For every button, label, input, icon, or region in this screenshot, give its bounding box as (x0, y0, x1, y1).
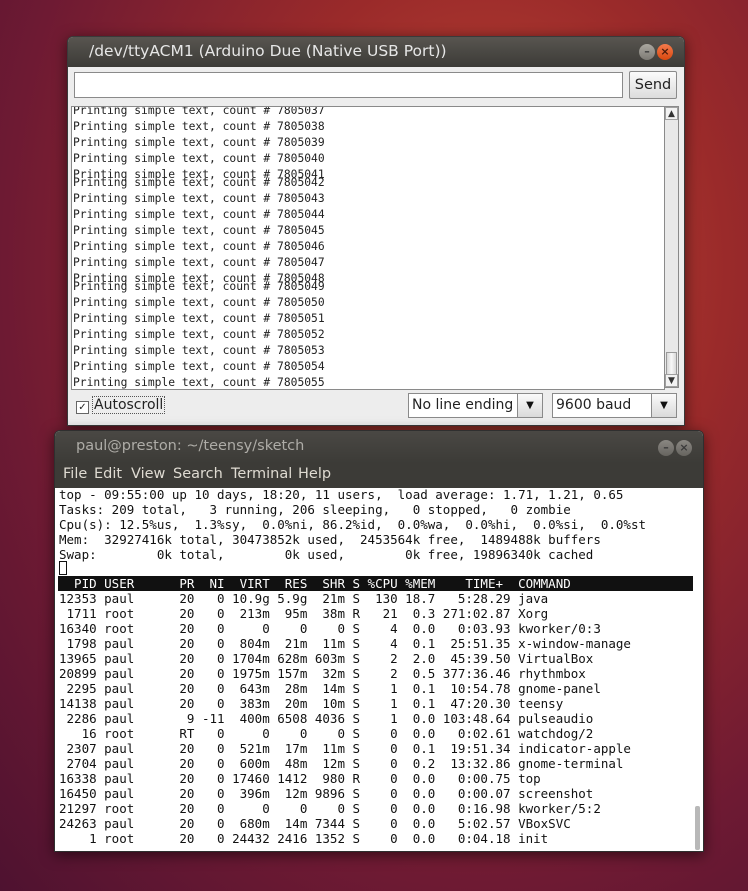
terminal-cursor (59, 561, 67, 575)
terminal-scrollbar[interactable] (693, 488, 703, 851)
scroll-down-icon[interactable]: ▼ (665, 374, 678, 387)
serial-output-line: Printing simple text, count # 7805046 (73, 240, 325, 253)
serial-monitor-window: /dev/ttyACM1 (Arduino Due (Native USB Po… (67, 36, 685, 426)
chevron-down-icon[interactable]: ▼ (651, 394, 676, 417)
serial-output-line: Printing simple text, count # 7805049 (73, 280, 325, 293)
serial-output-line: Printing simple text, count # 7805055 (73, 376, 325, 389)
process-row: 2307 paul 20 0 521m 17m 11m S 0 0.1 19:5… (59, 741, 631, 756)
process-row: 13965 paul 20 0 1704m 628m 603m S 2 2.0 … (59, 651, 594, 666)
serial-output-line: Printing simple text, count # 7805044 (73, 208, 325, 221)
process-row: 1798 paul 20 0 804m 21m 11m S 4 0.1 25:5… (59, 636, 631, 651)
serial-output-line: Printing simple text, count # 7805047 (73, 256, 325, 269)
serial-output-line: Printing simple text, count # 7805051 (73, 312, 325, 325)
line-ending-select[interactable]: No line ending ▼ (408, 393, 543, 418)
line-ending-value: No line ending (412, 397, 514, 413)
process-row: 2704 paul 20 0 600m 48m 12m S 0 0.2 13:3… (59, 756, 624, 771)
process-row: 16340 root 20 0 0 0 0 S 4 0.0 0:03.93 kw… (59, 621, 601, 636)
serial-scrollbar[interactable]: ▲ ▼ (664, 106, 679, 388)
process-row: 20899 paul 20 0 1975m 157m 32m S 2 0.5 3… (59, 666, 586, 681)
serial-window-title: /dev/ttyACM1 (Arduino Due (Native USB Po… (89, 42, 447, 60)
serial-send-input[interactable] (74, 72, 623, 98)
serial-output: Printing simple text, count # 7805037 Pri… (71, 106, 665, 390)
terminal-window-title: paul@preston: ~/teensy/sketch (76, 438, 305, 454)
menu-file[interactable]: File (63, 466, 87, 482)
serial-output-line: Printing simple text, count # 7805039 (73, 136, 325, 149)
serial-output-line: Printing simple text, count # 7805053 (73, 344, 325, 357)
process-row: 1 root 20 0 24432 2416 1352 S 0 0.0 0:04… (59, 831, 549, 846)
serial-output-line: Printing simple text, count # 7805042 (73, 176, 325, 189)
menu-view[interactable]: View (131, 466, 165, 482)
serial-output-line: Printing simple text, count # 7805040 (73, 152, 325, 165)
minimize-icon[interactable]: – (658, 440, 674, 456)
process-row: 12353 paul 20 0 10.9g 5.9g 21m S 130 18.… (59, 591, 549, 606)
top-summary-line: Tasks: 209 total, 3 running, 206 sleepin… (59, 502, 571, 517)
checkbox-check-icon[interactable]: ✓ (76, 401, 89, 414)
process-row: 1711 root 20 0 213m 95m 38m R 21 0.3 271… (59, 606, 549, 621)
serial-output-line: Printing simple text, count # 7805050 (73, 296, 325, 309)
serial-output-line: Printing simple text, count # 7805054 (73, 360, 325, 373)
baud-rate-select[interactable]: 9600 baud ▼ (552, 393, 677, 418)
terminal-menubar: File Edit View Search Terminal Help (55, 463, 703, 488)
terminal-window: paul@preston: ~/teensy/sketch – × File E… (54, 430, 704, 852)
terminal-titlebar[interactable]: paul@preston: ~/teensy/sketch – × (55, 431, 703, 463)
top-summary-line: Mem: 32927416k total, 30473852k used, 24… (59, 532, 601, 547)
scrollbar-thumb[interactable] (695, 806, 700, 850)
chevron-down-icon[interactable]: ▼ (517, 394, 542, 417)
process-header-text: PID USER PR NI VIRT RES SHR S %CPU %MEM … (59, 576, 571, 591)
process-row: 16 root RT 0 0 0 0 S 0 0.0 0:02.61 watch… (59, 726, 594, 741)
menu-help[interactable]: Help (298, 466, 331, 482)
process-row: 2295 paul 20 0 643m 28m 14m S 1 0.1 10:5… (59, 681, 601, 696)
serial-output-line: Printing simple text, count # 7805038 (73, 120, 325, 133)
process-row: 16450 paul 20 0 396m 12m 9896 S 0 0.0 0:… (59, 786, 594, 801)
menu-terminal[interactable]: Terminal (231, 466, 292, 482)
process-row: 16338 paul 20 0 17460 1412 980 R 0 0.0 0… (59, 771, 541, 786)
scrollbar-thumb[interactable] (666, 352, 677, 376)
close-icon[interactable]: × (657, 44, 673, 60)
process-row: 2286 paul 9 -11 400m 6508 4036 S 1 0.0 1… (59, 711, 594, 726)
menu-search[interactable]: Search (173, 466, 223, 482)
close-icon[interactable]: × (676, 440, 692, 456)
process-row: 14138 paul 20 0 383m 20m 10m S 1 0.1 47:… (59, 696, 564, 711)
process-row: 21297 root 20 0 0 0 0 S 0 0.0 0:16.98 kw… (59, 801, 601, 816)
autoscroll-checkbox[interactable]: ✓ Autoscroll (76, 396, 166, 414)
send-button[interactable]: Send (629, 71, 677, 99)
serial-output-line: Printing simple text, count # 7805045 (73, 224, 325, 237)
serial-titlebar[interactable]: /dev/ttyACM1 (Arduino Due (Native USB Po… (68, 37, 684, 67)
process-table-header: PID USER PR NI VIRT RES SHR S %CPU %MEM … (58, 576, 693, 591)
process-row: 24263 paul 20 0 680m 14m 7344 S 0 0.0 5:… (59, 816, 571, 831)
autoscroll-label: Autoscroll (92, 396, 166, 414)
baud-rate-value: 9600 baud (556, 397, 632, 413)
menu-edit[interactable]: Edit (94, 466, 122, 482)
minimize-icon[interactable]: – (639, 44, 655, 60)
serial-output-line: Printing simple text, count # 7805052 (73, 328, 325, 341)
serial-output-line: Printing simple text, count # 7805037 (73, 106, 325, 117)
top-summary-line: top - 09:55:00 up 10 days, 18:20, 11 use… (59, 487, 624, 502)
terminal-screen[interactable]: top - 09:55:00 up 10 days, 18:20, 11 use… (55, 487, 693, 851)
top-summary-line: Swap: 0k total, 0k used, 0k free, 198963… (59, 547, 594, 562)
top-summary-line: Cpu(s): 12.5%us, 1.3%sy, 0.0%ni, 86.2%id… (59, 517, 646, 532)
scroll-up-icon[interactable]: ▲ (665, 107, 678, 120)
serial-output-line: Printing simple text, count # 7805043 (73, 192, 325, 205)
